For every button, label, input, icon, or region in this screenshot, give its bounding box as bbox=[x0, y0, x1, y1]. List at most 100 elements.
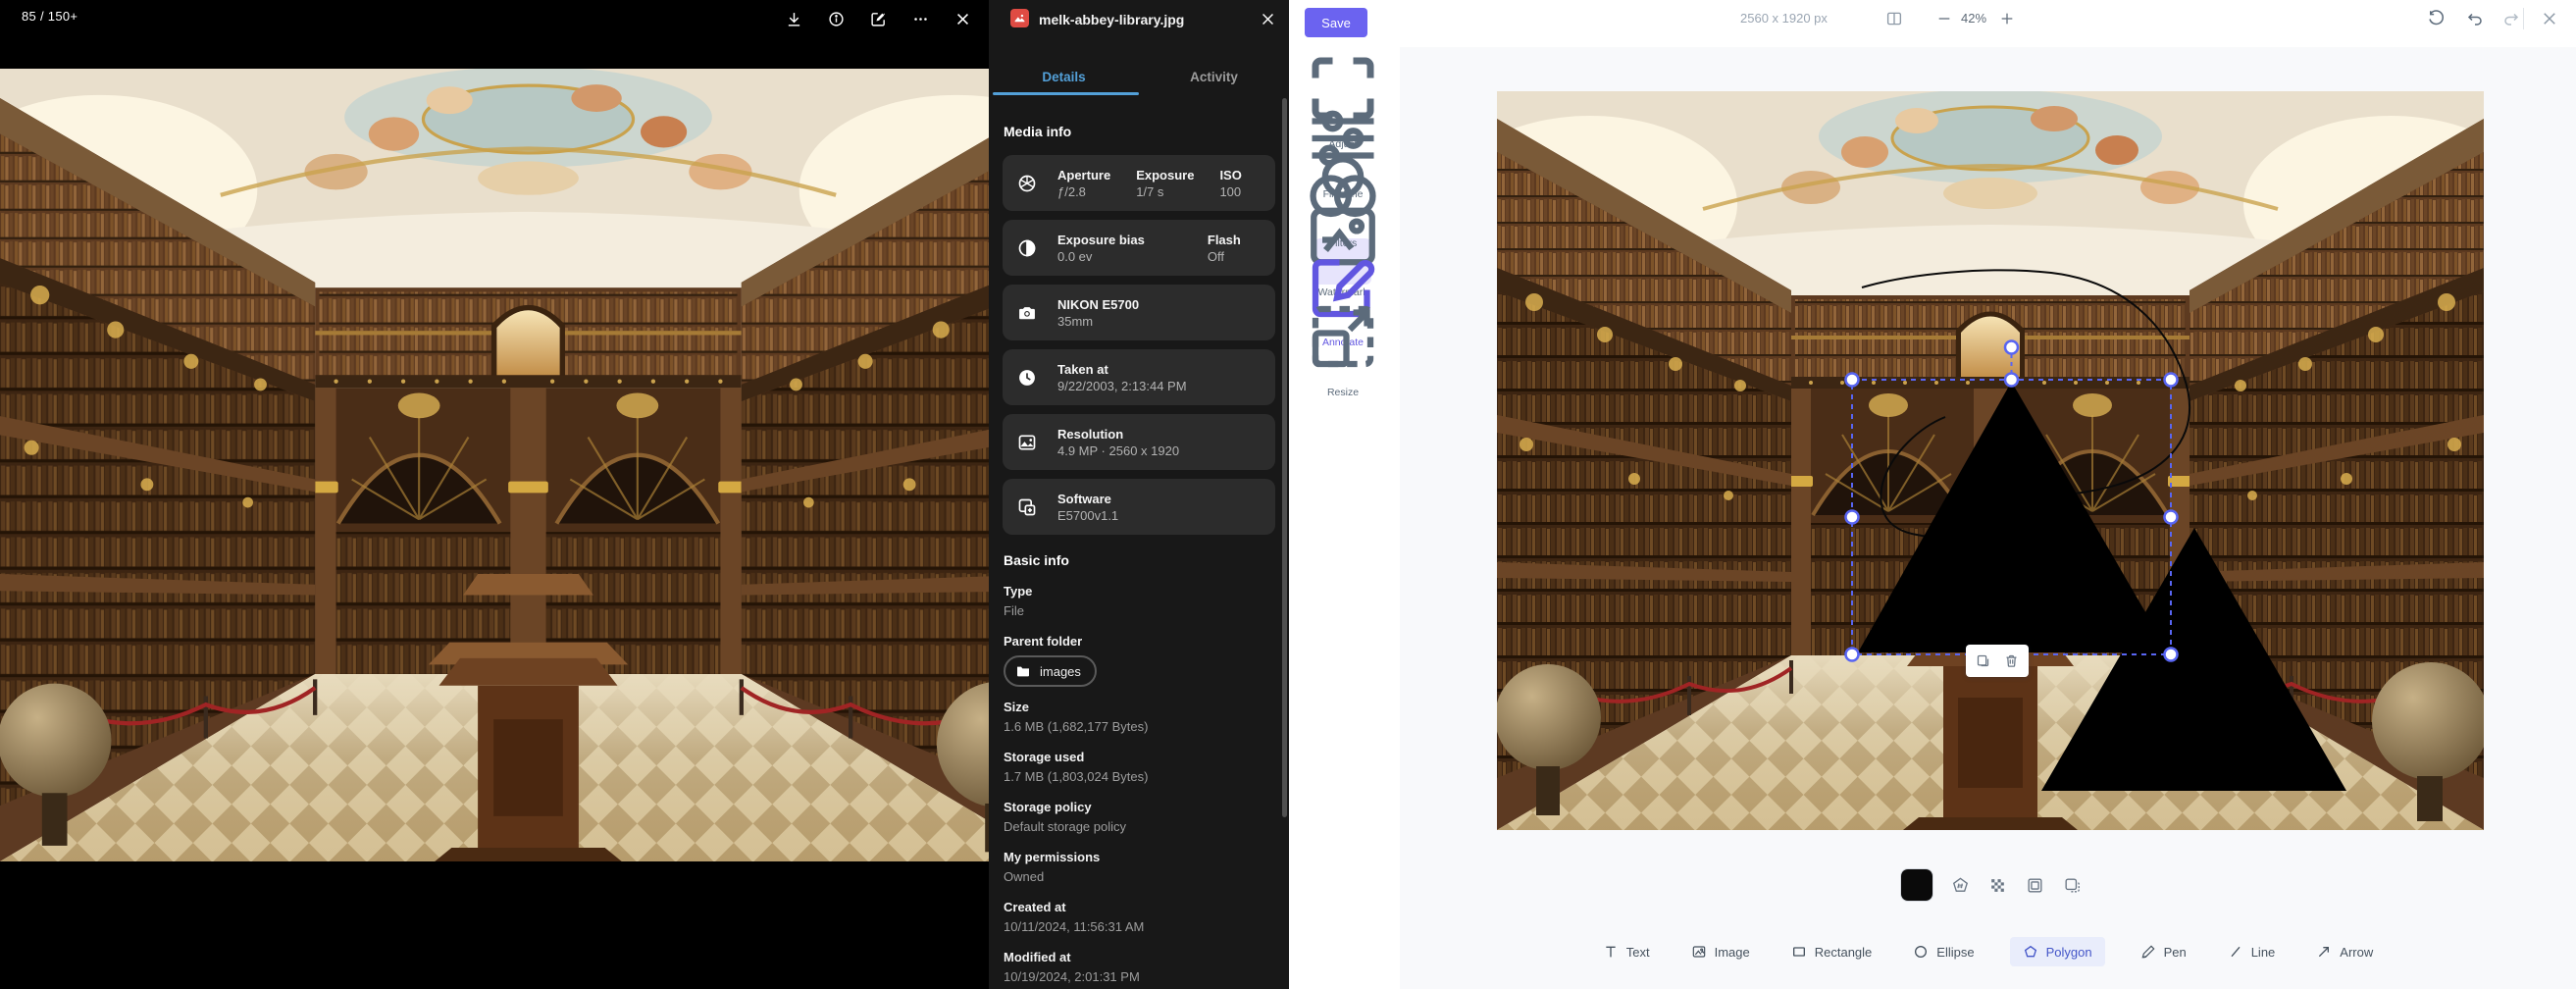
line-icon bbox=[2228, 944, 2243, 960]
redo-icon[interactable] bbox=[2502, 10, 2520, 27]
delete-icon[interactable] bbox=[2004, 653, 2019, 668]
fill-color-swatch[interactable] bbox=[1901, 869, 1932, 901]
shape-options bbox=[1901, 869, 2082, 901]
shadow-icon[interactable] bbox=[2063, 876, 2082, 895]
photo-counter: 85 / 150+ bbox=[22, 9, 77, 24]
folder-icon bbox=[1015, 663, 1031, 679]
more-icon[interactable] bbox=[912, 11, 929, 27]
field-label: Taken at bbox=[1057, 361, 1187, 378]
media-card-taken-at: Taken at 9/22/2003, 2:13:44 PM bbox=[1003, 349, 1275, 405]
field-value: 0.0 ev bbox=[1057, 248, 1145, 265]
file-image-icon bbox=[1010, 9, 1029, 27]
aperture-icon bbox=[1017, 174, 1037, 193]
sidebar-tabs: Details Activity bbox=[989, 65, 1289, 94]
field-value: 100 bbox=[1219, 183, 1241, 200]
field-label: Resolution bbox=[1057, 426, 1179, 442]
field-value: Off bbox=[1208, 248, 1241, 265]
ellipse-icon bbox=[1913, 944, 1929, 960]
resize-handle bbox=[1846, 374, 1859, 387]
zoom-in-icon[interactable] bbox=[1999, 11, 2015, 26]
download-icon[interactable] bbox=[786, 11, 802, 27]
polygon-sides-icon[interactable] bbox=[1951, 876, 1970, 895]
software-icon bbox=[1017, 497, 1037, 517]
field-created-at: Created at 10/11/2024, 11:56:31 AM bbox=[1004, 899, 1278, 935]
resize-handle bbox=[2165, 511, 2178, 524]
undo-icon[interactable] bbox=[2466, 10, 2484, 27]
image-tool-icon bbox=[1691, 944, 1707, 960]
tool-resize[interactable]: Resize bbox=[1302, 295, 1384, 398]
image-editor: Save 2560 x 1920 px 42% Adjust Finetune … bbox=[1289, 0, 2576, 989]
contrast-icon bbox=[1017, 238, 1037, 258]
polygon-icon bbox=[2023, 944, 2038, 960]
opacity-icon[interactable] bbox=[1988, 876, 2007, 895]
field-permissions: My permissions Owned bbox=[1004, 849, 1278, 885]
zoom-level: 42% bbox=[1961, 11, 1986, 26]
media-card-bias-flash: Exposure bias 0.0 ev Flash Off bbox=[1003, 220, 1275, 276]
viewer-photo bbox=[0, 69, 989, 861]
annotation-tool-pen[interactable]: Pen bbox=[2135, 937, 2192, 966]
toolbar-divider bbox=[2523, 8, 2524, 29]
edit-icon[interactable] bbox=[870, 11, 887, 27]
duplicate-icon[interactable] bbox=[1976, 653, 1990, 668]
field-label: NIKON E5700 bbox=[1057, 296, 1139, 313]
close-viewer-icon[interactable] bbox=[954, 11, 971, 27]
resize-handle bbox=[2165, 374, 2178, 387]
field-label: Aperture bbox=[1057, 167, 1110, 183]
field-label: Software bbox=[1057, 491, 1118, 507]
media-card-resolution: Resolution 4.9 MP · 2560 x 1920 bbox=[1003, 414, 1275, 470]
annotation-tool-image[interactable]: Image bbox=[1685, 937, 1756, 966]
tab-details[interactable]: Details bbox=[989, 65, 1139, 94]
annotation-toolbar: Text Image Rectangle Ellipse Polygon Pen bbox=[1400, 937, 2576, 966]
media-card-software: Software E5700v1.1 bbox=[1003, 479, 1275, 535]
reset-icon[interactable] bbox=[2427, 9, 2445, 26]
field-parent-folder: Parent folder images bbox=[1004, 633, 1278, 687]
media-card-camera: NIKON E5700 35mm bbox=[1003, 285, 1275, 340]
field-modified-at: Modified at 10/19/2024, 2:01:31 PM bbox=[1004, 949, 1278, 985]
save-button[interactable]: Save bbox=[1305, 8, 1367, 37]
field-type: Type File bbox=[1004, 583, 1278, 619]
shape-mini-toolbar bbox=[1966, 645, 2029, 677]
basic-info-heading: Basic info bbox=[1004, 552, 1069, 568]
resize-handle bbox=[2005, 374, 2018, 387]
stroke-icon[interactable] bbox=[2026, 876, 2044, 895]
zoom-out-icon[interactable] bbox=[1936, 11, 1952, 26]
image-dimensions: 2560 x 1920 px bbox=[1740, 11, 1828, 26]
clock-icon bbox=[1017, 368, 1037, 388]
arrow-icon bbox=[2316, 944, 2332, 960]
text-icon bbox=[1603, 944, 1619, 960]
basic-info-fields: Type File Parent folder images Size 1.6 … bbox=[1004, 583, 1278, 989]
edit-canvas[interactable] bbox=[1497, 91, 2484, 830]
field-value: 9/22/2003, 2:13:44 PM bbox=[1057, 378, 1187, 394]
tab-active-indicator bbox=[993, 92, 1139, 95]
viewer-toolbar bbox=[786, 11, 971, 27]
polygon-annotation-selected bbox=[1858, 382, 2169, 652]
field-value: 1/7 s bbox=[1136, 183, 1194, 200]
sidebar-scrollbar[interactable] bbox=[1282, 98, 1287, 817]
annotation-tool-polygon[interactable]: Polygon bbox=[2010, 937, 2105, 966]
details-sidebar: melk-abbey-library.jpg Details Activity … bbox=[989, 0, 1289, 989]
annotation-tool-text[interactable]: Text bbox=[1597, 937, 1656, 966]
annotation-tool-rectangle[interactable]: Rectangle bbox=[1785, 937, 1879, 966]
annotation-tool-ellipse[interactable]: Ellipse bbox=[1907, 937, 1980, 966]
camera-icon bbox=[1017, 303, 1037, 323]
image-icon bbox=[1017, 433, 1037, 452]
field-label: Exposure bbox=[1136, 167, 1194, 183]
compare-icon[interactable] bbox=[1885, 10, 1903, 27]
rectangle-icon bbox=[1791, 944, 1807, 960]
photo-viewer: 85 / 150+ bbox=[0, 0, 989, 989]
resize-icon bbox=[1302, 365, 1384, 382]
media-info-cards: Aperture ƒ/2.8 Exposure 1/7 s ISO 100 Ex… bbox=[1003, 155, 1275, 544]
close-editor-icon[interactable] bbox=[2541, 10, 2558, 27]
field-size: Size 1.6 MB (1,682,177 Bytes) bbox=[1004, 699, 1278, 735]
annotation-tool-line[interactable]: Line bbox=[2222, 937, 2282, 966]
info-icon[interactable] bbox=[828, 11, 845, 27]
parent-folder-chip[interactable]: images bbox=[1004, 655, 1097, 687]
field-storage-policy: Storage policy Default storage policy bbox=[1004, 799, 1278, 835]
annotation-tool-arrow[interactable]: Arrow bbox=[2310, 937, 2379, 966]
close-sidebar-icon[interactable] bbox=[1260, 11, 1276, 27]
field-value: 35mm bbox=[1057, 313, 1139, 330]
tab-activity[interactable]: Activity bbox=[1139, 65, 1289, 94]
field-storage-used: Storage used 1.7 MB (1,803,024 Bytes) bbox=[1004, 749, 1278, 785]
pen-icon bbox=[2140, 944, 2156, 960]
field-label: ISO bbox=[1219, 167, 1241, 183]
